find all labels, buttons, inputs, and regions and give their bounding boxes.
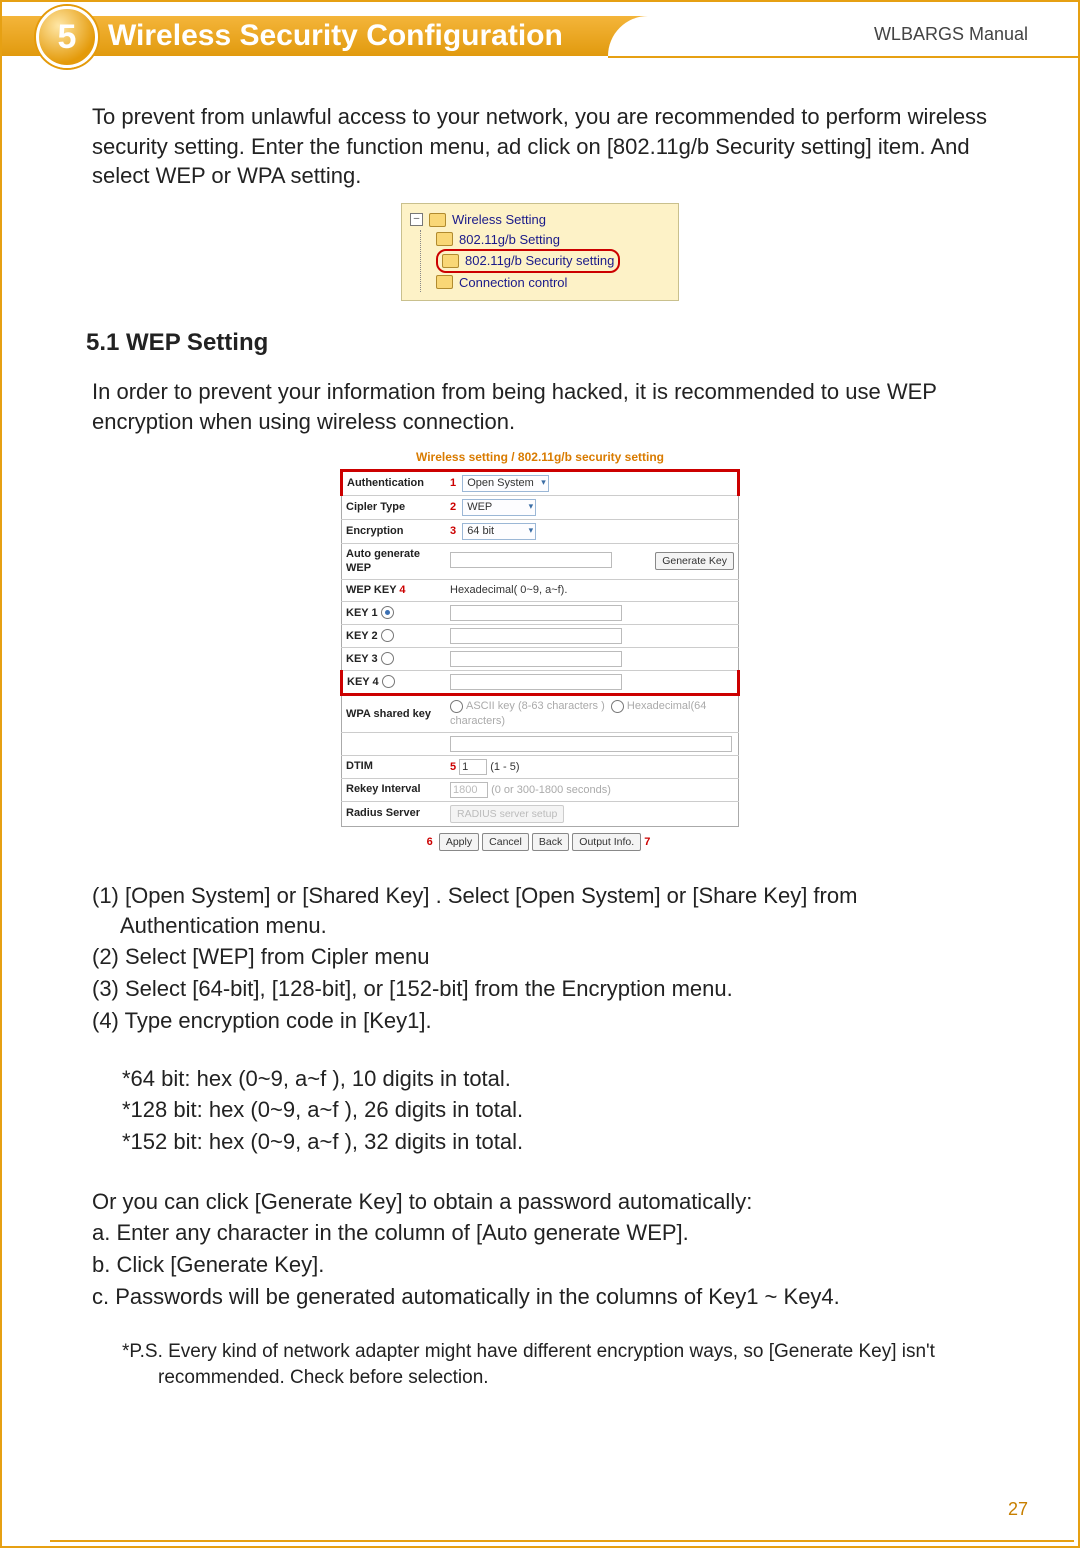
rekey-hint: (0 or 300-1800 seconds) [491, 784, 611, 796]
auto-item: c. Passwords will be generated automatic… [92, 1282, 988, 1312]
row-label: Auto generate WEP [342, 543, 447, 580]
autogen-input[interactable] [450, 552, 612, 568]
section-body: In order to prevent your information fro… [92, 377, 988, 436]
tree-item[interactable]: Connection control [436, 273, 670, 293]
wpa-key-input[interactable] [450, 736, 732, 752]
collapse-icon[interactable]: – [410, 213, 423, 226]
key-label: KEY 4 [347, 676, 379, 688]
folder-icon [442, 254, 459, 268]
key-label: KEY 3 [346, 653, 378, 665]
key3-radio[interactable] [381, 652, 394, 665]
callout-number: 5 [450, 761, 456, 773]
callout-number: 1 [450, 477, 456, 489]
auto-item: Or you can click [Generate Key] to obtai… [92, 1187, 988, 1217]
tree-view: – Wireless Setting 802.11g/b Setting 802… [401, 203, 679, 301]
radius-setup-button[interactable]: RADIUS server setup [450, 805, 564, 823]
key1-input[interactable] [450, 605, 622, 621]
wpa-opt1: ASCII key (8-63 characters ) [466, 700, 605, 712]
row-label: WEP KEY 4 [342, 580, 447, 602]
key1-radio[interactable] [381, 606, 394, 619]
row-label: Rekey Interval [342, 778, 447, 801]
row-label: DTIM [342, 755, 447, 778]
note-item: *128 bit: hex (0~9, a~f ), 26 digits in … [92, 1095, 988, 1125]
generate-key-button[interactable]: Generate Key [655, 552, 734, 570]
wpa-ascii-radio[interactable] [450, 700, 463, 713]
auto-item: a. Enter any character in the column of … [92, 1218, 988, 1248]
key4-input[interactable] [450, 674, 622, 690]
content-area: To prevent from unlawful access to your … [2, 68, 1078, 1391]
tree-item-label: 802.11g/b Setting [459, 230, 560, 250]
row-label: Cipler Type [342, 495, 447, 519]
auto-item: b. Click [Generate Key]. [92, 1250, 988, 1280]
row-label: Authentication [342, 471, 447, 496]
autogen-steps: Or you can click [Generate Key] to obtai… [92, 1187, 988, 1312]
step-item: (1) [Open System] or [Shared Key] . Sele… [92, 881, 988, 940]
tree-root-label: Wireless Setting [452, 210, 546, 230]
ps-note: *P.S. Every kind of network adapter migh… [128, 1339, 988, 1390]
key-label: KEY 2 [346, 630, 378, 642]
step-item: (2) Select [WEP] from Cipler menu [92, 942, 988, 972]
step-item: (4) Type encryption code in [Key1]. [92, 1006, 988, 1036]
key2-input[interactable] [450, 628, 622, 644]
tree-item-label: Connection control [459, 273, 567, 293]
settings-panel: Wireless setting / 802.11g/b security se… [340, 449, 740, 851]
row-label: Radius Server [342, 801, 447, 826]
dtim-hint: (1 - 5) [490, 761, 519, 773]
folder-icon [436, 232, 453, 246]
manual-label: WLBARGS Manual [874, 24, 1028, 45]
manual-page: 5 Wireless Security Configuration WLBARG… [0, 0, 1080, 1548]
section-heading: 5.1 WEP Setting [86, 327, 988, 359]
steps-list: (1) [Open System] or [Shared Key] . Sele… [92, 881, 988, 1035]
callout-number: 6 [427, 836, 433, 848]
panel-breadcrumb: Wireless setting / 802.11g/b security se… [340, 449, 740, 465]
dtim-input[interactable]: 1 [459, 759, 487, 775]
callout-number: 4 [399, 584, 405, 596]
row-label: Encryption [342, 519, 447, 543]
folder-icon [436, 275, 453, 289]
key2-radio[interactable] [381, 629, 394, 642]
folder-icon [429, 213, 446, 227]
note-item: *152 bit: hex (0~9, a~f ), 32 digits in … [92, 1127, 988, 1157]
tree-root[interactable]: – Wireless Setting [410, 210, 670, 230]
output-info-button[interactable]: Output Info. [572, 833, 641, 851]
header: 5 Wireless Security Configuration WLBARG… [2, 2, 1078, 68]
encryption-select[interactable]: 64 bit [462, 523, 536, 540]
row-label: WPA shared key [342, 695, 447, 733]
tree-item[interactable]: 802.11g/b Setting [436, 230, 670, 250]
wpa-hex-radio[interactable] [611, 700, 624, 713]
panel-actions: 6 Apply Cancel Back Output Info. 7 [340, 827, 740, 851]
apply-button[interactable]: Apply [439, 833, 479, 851]
cipher-select[interactable]: WEP [462, 499, 536, 516]
step-item: (3) Select [64-bit], [128-bit], or [152-… [92, 974, 988, 1004]
key4-radio[interactable] [382, 675, 395, 688]
note-item: *64 bit: hex (0~9, a~f ), 10 digits in t… [92, 1064, 988, 1094]
back-button[interactable]: Back [532, 833, 569, 851]
chapter-badge: 5 [36, 6, 98, 68]
wepkey-hint: Hexadecimal( 0~9, a~f). [446, 580, 739, 602]
tree-item-highlight[interactable]: 802.11g/b Security setting [436, 249, 670, 273]
page-number: 27 [1008, 1499, 1028, 1520]
key3-input[interactable] [450, 651, 622, 667]
cancel-button[interactable]: Cancel [482, 833, 529, 851]
callout-number: 7 [644, 836, 650, 848]
key-label: KEY 1 [346, 607, 378, 619]
authentication-select[interactable]: Open System [462, 475, 549, 492]
chapter-title: Wireless Security Configuration [108, 16, 563, 56]
callout-number: 2 [450, 501, 456, 513]
intro-text: To prevent from unlawful access to your … [92, 102, 988, 191]
tree-item-label: 802.11g/b Security setting [465, 251, 614, 271]
callout-number: 3 [450, 525, 456, 537]
rekey-input[interactable]: 1800 [450, 782, 488, 798]
bit-notes: *64 bit: hex (0~9, a~f ), 10 digits in t… [92, 1064, 988, 1157]
